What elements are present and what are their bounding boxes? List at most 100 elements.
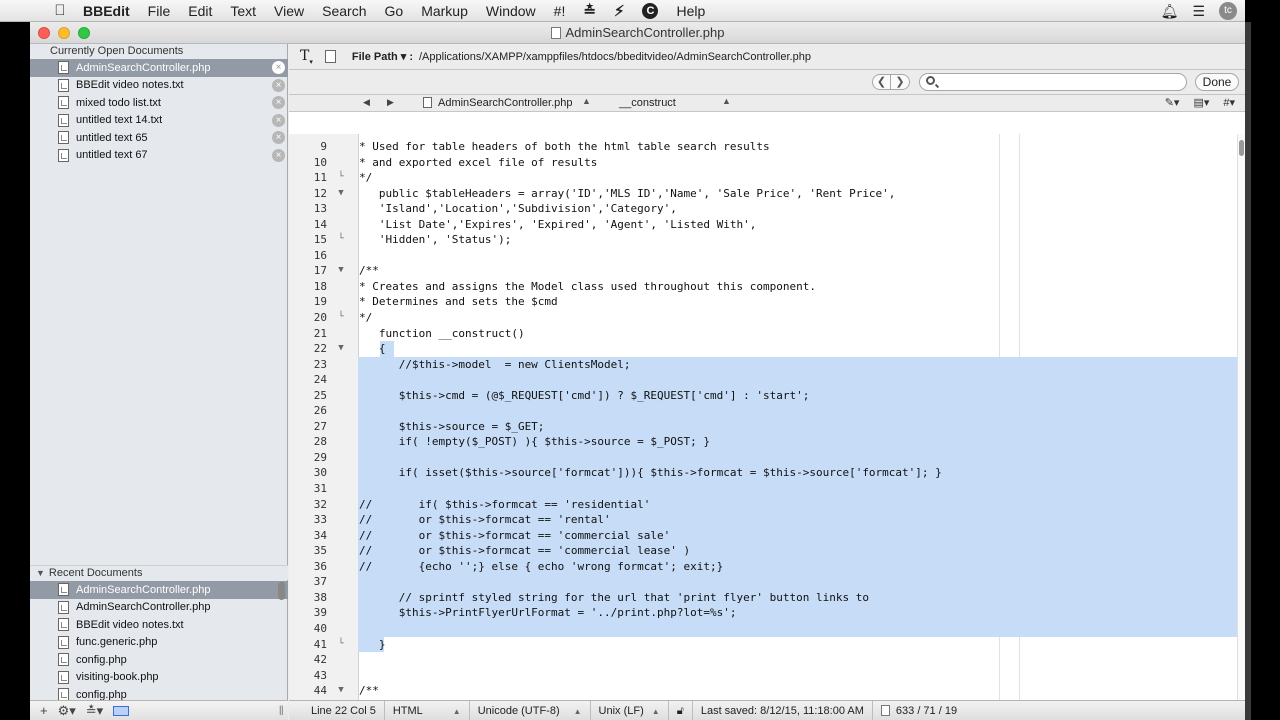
code-line[interactable]: 36 // {echo '';} else { echo 'wrong formc…	[289, 558, 1245, 575]
find-previous-button[interactable]: ❮	[872, 74, 891, 90]
recent-doc-item[interactable]: visiting-book.php	[30, 669, 288, 687]
code-line[interactable]: 13 'Island','Location','Subdivision','Ca…	[289, 201, 1245, 217]
pencil-icon[interactable]: ✎▾	[1165, 96, 1180, 109]
menu-markup[interactable]: Markup	[421, 3, 468, 19]
clippings-menu-icon[interactable]: C	[642, 2, 659, 19]
menu-window[interactable]: Window	[486, 3, 536, 19]
zoom-window-button[interactable]	[78, 27, 90, 39]
code-line[interactable]: 15 └ 'Hidden', 'Status');	[289, 232, 1245, 248]
close-document-icon[interactable]: ×	[272, 96, 285, 110]
code-line[interactable]: 33 // or $this->formcat == 'rental'	[289, 512, 1245, 528]
fold-marker-icon[interactable]: ▼	[335, 683, 347, 699]
recent-doc-item[interactable]: AdminSearchController.php	[30, 581, 288, 599]
recent-doc-item[interactable]: AdminSearchController.php	[30, 599, 288, 617]
forward-arrow-icon[interactable]: ▶	[387, 97, 394, 108]
menu-edit[interactable]: Edit	[188, 3, 212, 19]
code-line[interactable]: 22 ▼ {	[289, 341, 1245, 357]
close-window-button[interactable]	[38, 27, 50, 39]
sidebar-toggle-icon[interactable]	[113, 705, 130, 716]
fold-marker-icon[interactable]: └	[335, 170, 347, 186]
line-endings-popup[interactable]: Unix (LF) ▲	[591, 700, 669, 720]
code-line[interactable]: 41 └ }	[289, 636, 1245, 653]
fold-marker-icon[interactable]: └	[335, 637, 347, 653]
open-doc-item[interactable]: mixed todo list.txt ×	[30, 94, 288, 112]
code-line[interactable]: 35 // or $this->formcat == 'commercial le…	[289, 543, 1245, 559]
document-icon[interactable]	[324, 50, 336, 63]
hash-icon[interactable]: #▾	[1223, 96, 1235, 109]
fold-marker-icon[interactable]: └	[335, 310, 347, 326]
code-line[interactable]: 12 ▼ public $tableHeaders = array('ID','M…	[289, 186, 1245, 202]
sidebar-scrollbar[interactable]	[278, 582, 285, 600]
find-next-button[interactable]: ❯	[891, 74, 910, 90]
menu-list-icon[interactable]: ☰	[1192, 3, 1205, 20]
file-path-label[interactable]: File Path ▾ :	[352, 50, 413, 63]
open-doc-item[interactable]: untitled text 67 ×	[30, 147, 288, 165]
file-popup[interactable]: AdminSearchController.php	[423, 97, 573, 109]
recent-doc-item[interactable]: config.php	[30, 651, 288, 669]
recent-doc-item[interactable]: func.generic.php	[30, 634, 288, 652]
code-line[interactable]: 44 ▼ /**	[289, 683, 1245, 699]
code-editor[interactable]: 9 * Used for table headers of both the ht…	[289, 134, 1245, 720]
minimize-window-button[interactable]	[58, 27, 70, 39]
menu-file[interactable]: File	[148, 3, 171, 19]
scripts-menu-icon[interactable]: ≛	[583, 2, 596, 20]
code-line[interactable]: 30 if( isset($this->source['formcat'])){…	[289, 465, 1245, 481]
back-arrow-icon[interactable]: ◀	[363, 97, 370, 108]
code-line[interactable]: 17 ▼ /**	[289, 263, 1245, 279]
function-popup[interactable]: __construct	[619, 97, 676, 109]
gear-icon[interactable]: ⚙▾	[58, 703, 76, 719]
lightning-menu-icon[interactable]: ⚡︎	[614, 2, 625, 20]
code-line[interactable]: 27 $this->source = $_GET;	[289, 418, 1245, 435]
close-document-icon[interactable]: ×	[272, 61, 285, 75]
done-button[interactable]: Done	[1195, 73, 1239, 91]
text-options-icon[interactable]: T▾	[300, 48, 313, 66]
code-line[interactable]: 14 'List Date','Expires', 'Expired', 'Ag…	[289, 217, 1245, 233]
close-document-icon[interactable]: ×	[272, 78, 285, 92]
fold-marker-icon[interactable]: └	[335, 232, 347, 248]
fold-marker-icon[interactable]: ▼	[335, 186, 347, 202]
document-counts[interactable]: 633 / 71 / 19	[873, 701, 965, 720]
lock-icon[interactable]: 🔓︎	[669, 700, 693, 720]
scroll-thumb[interactable]	[1239, 140, 1244, 156]
code-line[interactable]: 43	[289, 668, 1245, 684]
recent-documents-header[interactable]: ▼ Recent Documents	[30, 565, 288, 580]
apple-menu-icon[interactable]: 	[51, 2, 69, 19]
code-line[interactable]: 28 if( !empty($_POST) ){ $this->source =…	[289, 434, 1245, 450]
document-list-icon[interactable]: ▤▾	[1193, 96, 1209, 109]
code-line[interactable]: 11 └ */	[289, 170, 1245, 186]
code-line[interactable]: 29	[289, 449, 1245, 466]
code-line[interactable]: 25 $this->cmd = (@$_REQUEST['cmd']) ? $_…	[289, 387, 1245, 404]
code-line[interactable]: 19 * Determines and sets the $cmd	[289, 294, 1245, 310]
code-line[interactable]: 42	[289, 652, 1245, 668]
user-avatar-icon[interactable]: tc	[1219, 2, 1237, 20]
menu-view[interactable]: View	[274, 3, 304, 19]
language-popup[interactable]: HTML ▲	[385, 700, 470, 720]
menu-text[interactable]: Text	[230, 3, 256, 19]
code-line[interactable]: 18 * Creates and assigns the Model class …	[289, 279, 1245, 295]
menu-go[interactable]: Go	[385, 3, 404, 19]
code-line[interactable]: 26	[289, 403, 1245, 419]
fold-marker-icon[interactable]: ▼	[335, 263, 347, 279]
recent-doc-item[interactable]: BBEdit video notes.txt	[30, 616, 288, 634]
encoding-popup[interactable]: Unicode (UTF-8) ▲	[470, 700, 591, 720]
open-doc-item[interactable]: untitled text 14.txt ×	[30, 112, 288, 130]
close-document-icon[interactable]: ×	[272, 148, 285, 162]
resize-handle-icon[interactable]: ‖	[279, 703, 284, 718]
menu-app[interactable]: BBEdit	[83, 3, 130, 19]
code-line[interactable]: 24	[289, 372, 1245, 388]
code-line[interactable]: 16	[289, 248, 1245, 264]
code-line[interactable]: 9 * Used for table headers of both the ht…	[289, 139, 1245, 155]
code-line[interactable]: 21 function __construct()	[289, 326, 1245, 342]
close-document-icon[interactable]: ×	[272, 113, 285, 127]
notification-icon[interactable]: 🔔︎	[1161, 3, 1179, 20]
cursor-position[interactable]: Line 22 Col 5	[289, 700, 385, 720]
code-line[interactable]: 34 // or $this->formcat == 'commercial sa…	[289, 527, 1245, 544]
fold-marker-icon[interactable]: ▼	[335, 341, 347, 357]
disclosure-triangle-icon[interactable]: ▼	[36, 568, 45, 578]
code-line[interactable]: 37	[289, 574, 1245, 590]
close-document-icon[interactable]: ×	[272, 131, 285, 145]
add-icon[interactable]: +	[40, 703, 48, 718]
code-line[interactable]: 10 * and exported excel file of results	[289, 155, 1245, 171]
menu-search[interactable]: Search	[322, 3, 366, 19]
code-line[interactable]: 40	[289, 620, 1245, 637]
